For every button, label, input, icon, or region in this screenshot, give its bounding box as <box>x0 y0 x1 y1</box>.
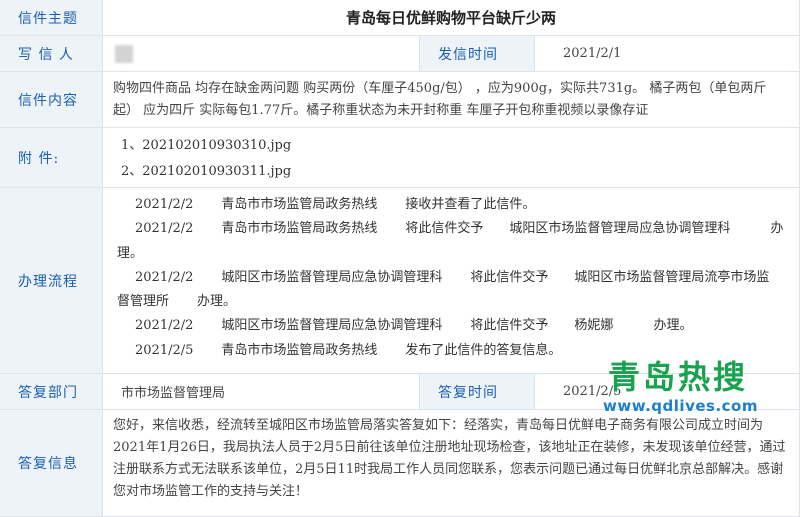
watermark-url: www.qdlives.com <box>603 397 758 415</box>
sent-time-label: 发信时间 <box>420 36 535 72</box>
process-date: 2021/2/2 <box>135 269 194 285</box>
reply-time-label: 答复时间 <box>420 374 535 410</box>
reply-dept-value: 市市场监督管理局 <box>103 374 420 410</box>
process-tail: 办理。 <box>197 294 237 310</box>
process-row-wrap: 督管理所 办理。 <box>117 290 785 314</box>
process-dept: 城阳区市场监督管理局应急协调管理科 <box>221 318 443 334</box>
reply-label: 答复信息 <box>0 410 103 517</box>
process-row: 2021/2/2 青岛市市场监管局政务热线 接收并查看了此信件。 <box>117 193 785 217</box>
process-action: 发布了此信件的答复信息。 <box>405 342 562 358</box>
process-date: 2021/2/5 <box>135 342 194 358</box>
process-list: 2021/2/2 青岛市市场监管局政务热线 接收并查看了此信件。 2021/2/2 青… <box>103 188 800 374</box>
process-target: 杨妮娜 <box>574 318 614 334</box>
subject-label: 信件主题 <box>0 0 103 36</box>
attachments-list: 1、202102010930310.jpg 2、202102010930311.… <box>103 128 800 188</box>
writer-value <box>103 36 420 72</box>
process-action: 将此信件交予 <box>470 269 549 285</box>
process-tail: 办 <box>770 221 784 237</box>
process-action: 将此信件交予 <box>405 221 484 237</box>
attachment-link[interactable]: 2、202102010930311.jpg <box>121 159 781 185</box>
reply-text: 您好，来信收悉，经流转至城阳区市场监管局落实答复如下：经落实，青岛每日优鲜电子商… <box>103 410 800 517</box>
content-text: 购物四件商品 均存在缺金两问题 购买两份（车厘子450g/包） ，应为900g，… <box>103 72 800 128</box>
watermark-title: 青岛热搜 <box>607 358 748 396</box>
process-date: 2021/2/2 <box>135 221 194 237</box>
process-row: 2021/2/2 城阳区市场监督管理局应急协调管理科 将此信件交予 城阳区市场监督管理… <box>117 266 785 290</box>
process-action: 接收并查看了此信件。 <box>405 197 536 212</box>
process-row: 2021/2/2 青岛市市场监管局政务热线 将此信件交予 城阳区市场监督管理局应急协调… <box>117 217 785 241</box>
letter-title: 青岛每日优鲜购物平台缺斤少两 <box>103 0 800 36</box>
sent-time-value: 2021/2/1 <box>535 36 800 72</box>
process-action: 将此信件交予 <box>470 318 549 334</box>
writer-label: 写 信 人 <box>0 36 103 72</box>
process-target-wrap: 督管理所 <box>117 294 170 310</box>
process-tail: 办理。 <box>653 318 693 334</box>
process-date: 2021/2/2 <box>135 318 194 334</box>
process-dept: 青岛市市场监管局政务热线 <box>221 342 378 358</box>
content-label: 信件内容 <box>0 72 103 128</box>
process-row-wrap: 理。 <box>117 242 785 266</box>
writer-redacted <box>115 44 133 63</box>
process-target: 城阳区市场监督管理局应急协调管理科 <box>509 221 731 237</box>
letter-detail-table: 信件主题 青岛每日优鲜购物平台缺斤少两 写 信 人 发信时间 2021/2/1 … <box>0 0 800 517</box>
process-dept: 青岛市市场监管局政务热线 <box>221 221 378 237</box>
process-date: 2021/2/2 <box>135 197 194 212</box>
process-dept: 青岛市市场监管局政务热线 <box>221 197 378 212</box>
attachments-label: 附 件: <box>0 128 103 188</box>
attachment-link[interactable]: 1、202102010930310.jpg <box>121 133 781 159</box>
process-dept: 城阳区市场监督管理局应急协调管理科 <box>221 269 443 285</box>
watermark-logo: 青岛热搜 www.qdlives.com <box>603 358 758 424</box>
process-label: 办理流程 <box>0 188 103 374</box>
process-target-part: 城阳区市场监督管理局流亭市场监 <box>574 269 770 285</box>
process-tail-wrap: 理。 <box>117 245 144 261</box>
reply-dept-label: 答复部门 <box>0 374 103 410</box>
process-row: 2021/2/2 城阳区市场监督管理局应急协调管理科 将此信件交予 杨妮娜 办理。 <box>117 314 785 338</box>
